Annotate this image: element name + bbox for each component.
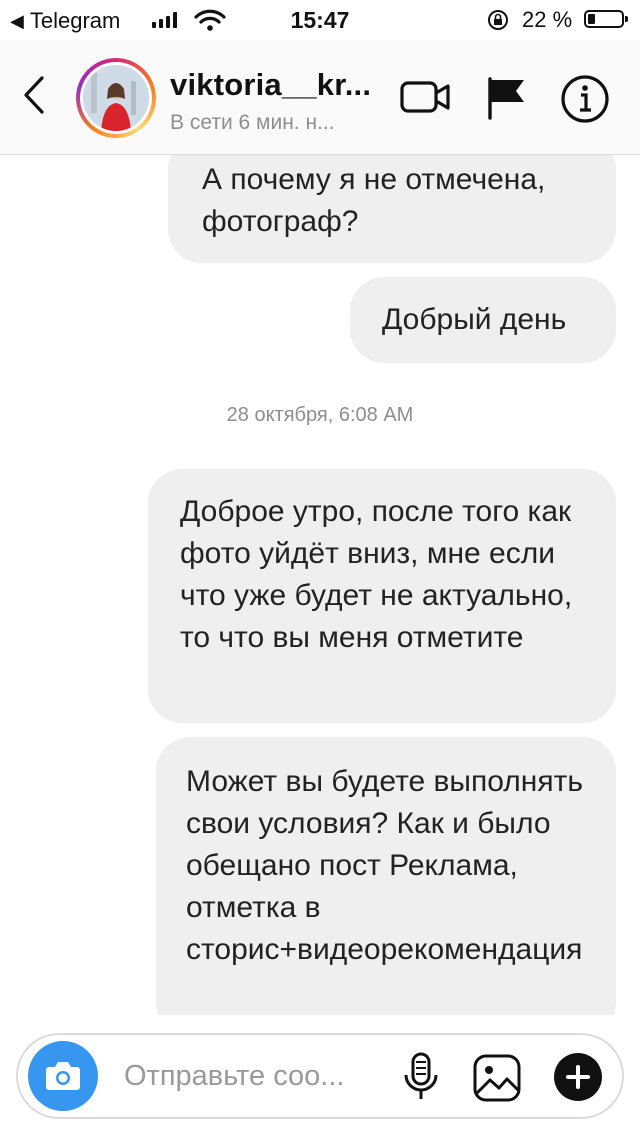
message-text: Добрый день bbox=[382, 303, 567, 336]
orientation-lock-icon bbox=[488, 10, 508, 30]
avatar-photo bbox=[83, 65, 149, 131]
message-list[interactable]: А почему я не отмечена, фотограф? Добрый… bbox=[0, 155, 640, 1015]
message-bubble[interactable]: А почему я не отмечена, фотограф? bbox=[168, 155, 616, 263]
battery-icon bbox=[584, 10, 628, 28]
chat-header: viktoria__kr... В сети 6 мин. н... bbox=[0, 40, 640, 155]
microphone-icon[interactable] bbox=[402, 1051, 440, 1103]
chat-username[interactable]: viktoria__kr... bbox=[170, 67, 371, 103]
plus-icon bbox=[566, 1065, 590, 1089]
status-bar: ◀ Telegram 15:47 22 % bbox=[0, 0, 640, 40]
message-text: Доброе утро, после того как фото уйдёт в… bbox=[180, 495, 573, 654]
message-timestamp: 28 октября, 6:08 AM bbox=[226, 404, 414, 426]
add-button[interactable] bbox=[554, 1053, 602, 1101]
camera-button[interactable] bbox=[28, 1041, 98, 1111]
info-icon[interactable] bbox=[560, 74, 610, 124]
message-text: А почему я не отмечена, фотограф? bbox=[202, 163, 546, 238]
back-chevron-icon[interactable] bbox=[18, 70, 54, 120]
message-composer bbox=[16, 1033, 624, 1119]
video-call-icon[interactable] bbox=[400, 78, 452, 116]
online-status: В сети 6 мин. н... bbox=[170, 111, 335, 134]
gallery-icon[interactable] bbox=[472, 1053, 522, 1103]
message-input[interactable] bbox=[122, 1055, 386, 1097]
avatar[interactable] bbox=[76, 58, 156, 138]
message-text: Может вы будете выполнять свои условия? … bbox=[186, 765, 583, 966]
battery-percent: 22 % bbox=[522, 7, 573, 32]
flag-icon[interactable] bbox=[486, 76, 528, 120]
message-bubble[interactable]: Добрый день bbox=[350, 277, 616, 363]
message-bubble[interactable]: Доброе утро, после того как фото уйдёт в… bbox=[148, 469, 616, 723]
message-bubble[interactable]: Может вы будете выполнять свои условия? … bbox=[156, 737, 616, 1015]
camera-icon bbox=[46, 1062, 80, 1090]
